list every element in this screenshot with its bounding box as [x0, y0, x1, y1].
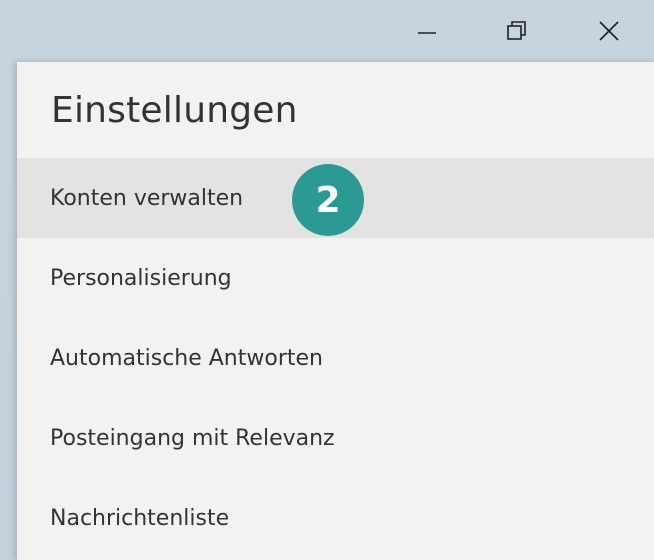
settings-item-label: Posteingang mit Relevanz: [50, 425, 335, 451]
restore-button[interactable]: [494, 8, 540, 54]
settings-item-posteingang-mit-relevanz[interactable]: Posteingang mit Relevanz: [17, 398, 654, 478]
minimize-icon: [418, 32, 436, 34]
step-number-badge: 2: [292, 164, 364, 236]
page-title: Einstellungen: [51, 90, 298, 131]
settings-panel: Einstellungen Konten verwalten Personali…: [17, 62, 654, 560]
minimize-button[interactable]: [404, 8, 450, 54]
settings-item-personalisierung[interactable]: Personalisierung: [17, 238, 654, 318]
restore-icon: [507, 21, 526, 40]
settings-item-label: Nachrichtenliste: [50, 505, 230, 531]
title-bar: [0, 0, 654, 62]
settings-item-automatische-antworten[interactable]: Automatische Antworten: [17, 318, 654, 398]
settings-item-label: Konten verwalten: [50, 185, 244, 211]
settings-item-label: Automatische Antworten: [50, 345, 323, 371]
close-icon: [599, 21, 619, 41]
settings-item-label: Personalisierung: [50, 265, 232, 291]
settings-item-nachrichtenliste[interactable]: Nachrichtenliste: [17, 478, 654, 558]
close-button[interactable]: [586, 8, 632, 54]
